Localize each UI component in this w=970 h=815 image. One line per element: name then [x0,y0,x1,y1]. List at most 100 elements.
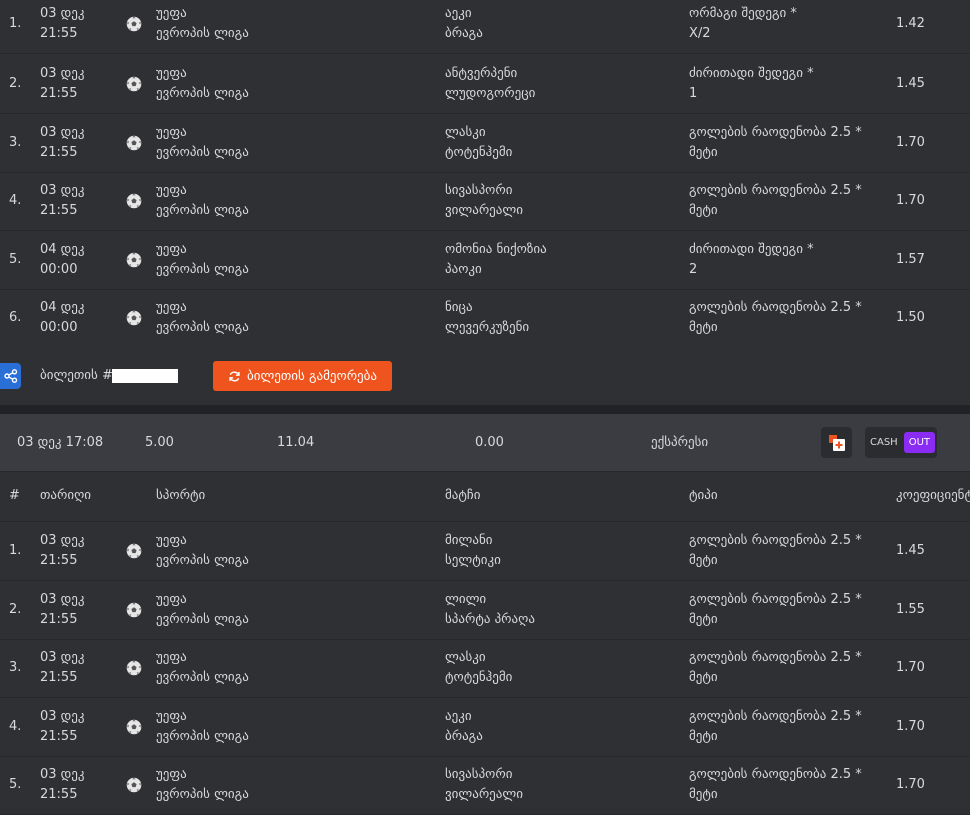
table-row: 3. 03 დეკ 21:55 უეფა ევროპის ლიგა ლასკი ტოტენჰ… [0,113,970,173]
event-match[interactable]: ლასკი ტოტენჰემი [445,123,512,163]
share-button[interactable] [0,363,21,389]
event-date: 03 დეკ [40,65,85,81]
competition-line-1: უეფა [156,124,187,140]
event-time: 21:55 [40,729,78,744]
competition-line-2: ევროპის ლიგა [156,612,249,627]
bet-selection: გოლების რაოდენობა 2.5 * მეტი [689,707,862,747]
competition-line-2: ევროპის ლიგა [156,202,249,218]
ticket-divider [0,405,970,414]
market-name: გოლების რაოდენობა 2.5 * [689,182,862,198]
ticket-stake: 5.00 [145,434,174,450]
soccer-ball-icon [126,777,142,793]
competition-line-2: ევროპის ლიგა [156,85,249,101]
bet-selection: გოლების რაოდენობა 2.5 * მეტი [689,531,862,571]
event-datetime: 03 დეკ 21:55 [40,181,85,221]
row-number: 2. [9,602,22,617]
event-time: 00:00 [40,261,78,277]
home-team: სივასპორი [445,182,513,198]
event-time: 21:55 [40,553,78,568]
soccer-ball-icon [126,135,142,151]
competition-line-1: უეფა [156,592,187,607]
competition-line-1: უეფა [156,182,187,198]
event-match[interactable]: აეკი ბრაგა [445,707,483,747]
competition-line-1: უეფა [156,767,187,782]
selection-name: მეტი [689,319,718,335]
table-row: 1. 03 დეკ 21:55 უეფა ევროპის ლიგა აეკი ბრაგა ორ… [0,0,970,54]
selection-odds: 1.50 [896,309,925,325]
soccer-ball-icon [126,193,142,209]
soccer-ball-icon [126,76,142,92]
table-row: 2. 03 დეკ 21:55 უეფა ევროპის ლიგა ლილი სპარტა … [0,581,970,640]
bet-selection: ძირითადი შედეგი * 1 [689,64,814,104]
event-competition: უეფა ევროპის ლიგა [156,123,249,163]
soccer-ball-icon [126,16,142,32]
row-number: 5. [9,251,22,267]
competition-line-2: ევროპის ლიგა [156,553,249,568]
event-competition: უეფა ევროპის ლიგა [156,298,249,338]
bet-selection: გოლების რაოდენობა 2.5 * მეტი [689,765,862,805]
event-competition: უეფა ევროპის ლიგა [156,590,249,630]
event-datetime: 03 დეკ 21:55 [40,123,85,163]
soccer-ball-icon [126,310,142,326]
event-date: 03 დეკ [40,709,85,724]
row-number: 6. [9,309,22,325]
market-name: გოლების რაოდენობა 2.5 * [689,533,862,548]
event-match[interactable]: მილანი სელტიკი [445,531,501,571]
competition-line-1: უეფა [156,709,187,724]
header-num: # [9,488,20,503]
event-match[interactable]: აეკი ბრაგა [445,4,483,44]
event-date: 03 დეკ [40,533,85,548]
away-team: ვილარეალი [445,202,523,218]
event-datetime: 04 დეკ 00:00 [40,298,85,338]
event-date: 03 დეკ [40,592,85,607]
away-team: ბრაგა [445,729,483,744]
event-competition: უეფა ევროპის ლიგა [156,648,249,688]
selection-odds: 1.70 [896,719,925,734]
event-match[interactable]: ანტვერპენი ლუდოგორეცი [445,64,535,104]
table-row: 5. 03 დეკ 21:55 უეფა ევროპის ლიგა სივასპორი ვი… [0,756,970,815]
repeat-ticket-label: ბილეთის გამეორება [246,368,377,384]
selection-odds: 1.70 [896,660,925,675]
table-row: 1. 03 დეკ 21:55 უეფა ევროპის ლიგა მილანი სელტი… [0,522,970,581]
home-team: ლასკი [445,124,486,140]
home-team: ლასკი [445,650,486,665]
event-match[interactable]: სივასპორი ვილარეალი [445,181,523,221]
row-number: 3. [9,660,22,675]
competition-line-1: უეფა [156,650,187,665]
selection-odds: 1.45 [896,75,925,91]
competition-line-1: უეფა [156,533,187,548]
event-competition: უეფა ევროპის ლიგა [156,707,249,747]
competition-line-1: უეფა [156,65,187,81]
soccer-ball-icon [126,660,142,676]
table-row: 4. 03 დეკ 21:55 უეფა ევროპის ლიგა სივასპორი ვი… [0,171,970,231]
event-match[interactable]: ნიცა ლევერკუზენი [445,298,529,338]
event-date: 03 დეკ [40,767,85,782]
ticket-number-redacted [112,369,178,383]
competition-line-2: ევროპის ლიგა [156,787,249,802]
home-team: ომონია ნიქოზია [445,241,547,257]
cashout-button[interactable]: CASH OUT [865,427,937,458]
repeat-ticket-button[interactable]: ბილეთის გამეორება [213,361,392,391]
refresh-icon [229,371,240,381]
selection-odds: 1.70 [896,777,925,792]
event-competition: უეფა ევროპის ლიგა [156,531,249,571]
selection-name: მეტი [689,729,718,744]
away-team: ტოტენჰემი [445,670,513,685]
header-match: მატჩი [445,488,481,503]
away-team: ლევერკუზენი [445,319,530,335]
event-time: 21:55 [40,787,78,802]
event-competition: უეფა ევროპის ლიგა [156,181,249,221]
competition-line-2: ევროპის ლიგა [156,261,249,277]
soccer-ball-icon [126,602,142,618]
away-team: სპარტა პრაღა [445,612,535,627]
event-match[interactable]: ლასკი ტოტენჰემი [445,648,512,688]
event-match[interactable]: ლილი სპარტა პრაღა [445,590,535,630]
event-match[interactable]: სივასპორი ვილარეალი [445,765,523,805]
event-match[interactable]: ომონია ნიქოზია პაოკი [445,240,547,280]
event-date: 03 დეკ [40,182,85,198]
table-row: 5. 04 დეკ 00:00 უეფა ევროპის ლიგა ომონია ნიქო… [0,230,970,290]
add-to-betslip-button[interactable] [821,427,852,458]
away-team: პაოკი [445,261,482,277]
table-row: 4. 03 დეკ 21:55 უეფა ევროპის ლიგა აეკი ბრაგა გო… [0,698,970,757]
ticket-potential-win: 11.04 [277,434,315,450]
